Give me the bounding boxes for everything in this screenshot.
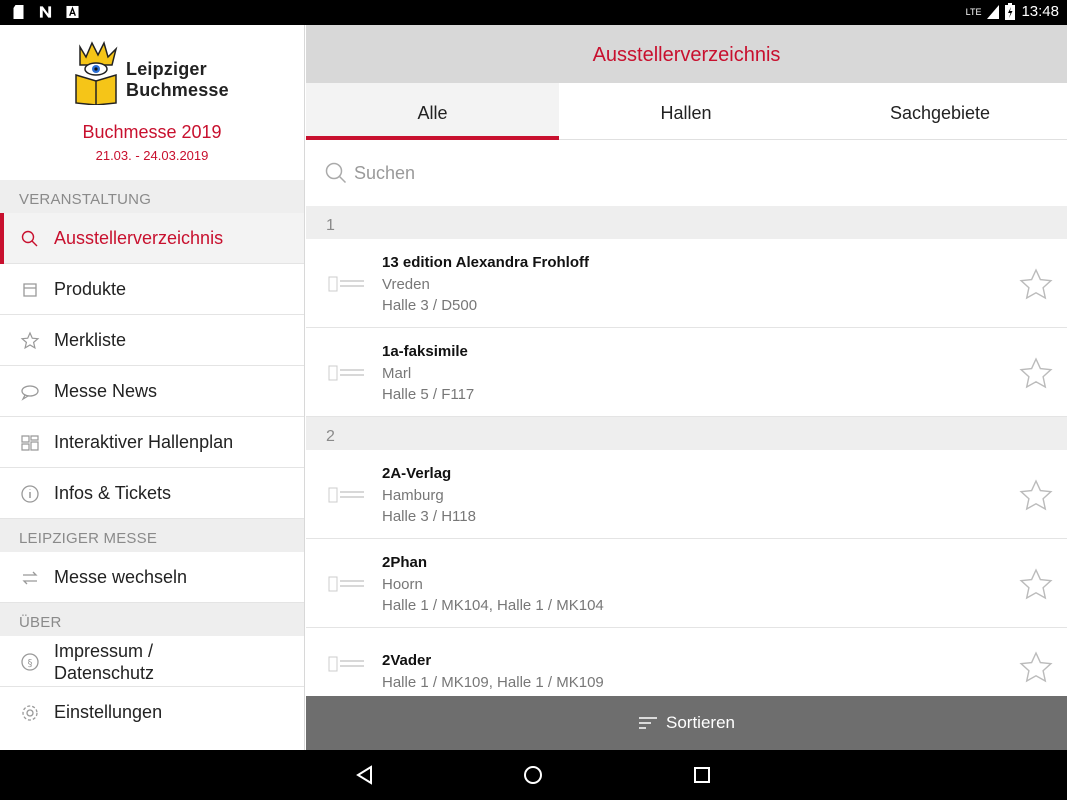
- info-icon: [21, 485, 39, 503]
- section-header-ueber: ÜBER: [0, 603, 304, 636]
- tab-hallen[interactable]: Hallen: [559, 83, 813, 140]
- leipziger-buchmesse-logo: Leipziger Buchmesse: [74, 41, 244, 107]
- exhibitor-hall: Halle 1 / MK109, Halle 1 / MK109: [382, 674, 604, 691]
- exhibitor-city: Marl: [382, 365, 412, 382]
- battery-icon: [1005, 3, 1016, 20]
- system-navigation-bar: [0, 750, 1067, 800]
- sidebar-item-einstellungen[interactable]: Einstellungen: [0, 687, 304, 738]
- home-icon[interactable]: [522, 764, 544, 786]
- list-item[interactable]: 2Vader Halle 1 / MK109, Halle 1 / MK109: [306, 628, 1067, 696]
- sort-button[interactable]: Sortieren: [306, 696, 1067, 750]
- exhibitor-name: 13 edition Alexandra Frohloff: [382, 254, 589, 271]
- exhibitor-name: 1a-faksimile: [382, 343, 468, 360]
- tab-alle[interactable]: Alle: [306, 83, 559, 140]
- sort-label: Sortieren: [666, 713, 735, 732]
- floor-plan-icon: [21, 435, 39, 451]
- search-icon: [21, 230, 38, 247]
- sd-card-icon: [13, 5, 24, 19]
- signal-icon: [987, 5, 1000, 19]
- sidebar-item-merkliste[interactable]: Merkliste: [0, 315, 304, 366]
- section-header-veranstaltung: VERANSTALTUNG: [0, 180, 304, 213]
- exhibitor-hall: Halle 3 / D500: [382, 297, 478, 314]
- network-type-label: LTE: [965, 6, 982, 17]
- sidebar-item-messe-news[interactable]: Messe News: [0, 366, 304, 417]
- a-app-icon: [66, 5, 79, 19]
- list-item[interactable]: 2Phan Hoorn Halle 1 / MK104, Halle 1 / M…: [306, 539, 1067, 628]
- exhibitor-name: 2Vader: [382, 652, 432, 669]
- exhibitor-hall: Halle 3 / H118: [382, 508, 476, 525]
- sidebar-item-label: Impressum / Datenschutz: [54, 641, 155, 683]
- exhibitor-name: 2Phan: [382, 554, 428, 571]
- exhibitor-list[interactable]: 1 13 edition Alexandra Frohloff Vreden H…: [306, 206, 1067, 696]
- sidebar-item-label: Einstellungen: [54, 702, 163, 722]
- star-icon: [20, 331, 40, 350]
- event-name: Buchmesse 2019: [82, 122, 222, 142]
- recents-icon[interactable]: [691, 764, 713, 786]
- sort-lines-icon: [639, 717, 657, 729]
- list-item[interactable]: 2A-Verlag Hamburg Halle 3 / H118: [306, 450, 1067, 539]
- tab-sachgebiete[interactable]: Sachgebiete: [813, 83, 1067, 140]
- book-reader-logo-icon: [75, 41, 118, 105]
- brand-header: Leipziger Buchmesse Buchmesse 2019 21.03…: [0, 25, 304, 180]
- status-bar: LTE 13:48: [0, 0, 1067, 25]
- logo-wordmark: Leipziger Buchmesse: [126, 59, 229, 100]
- page-title: Ausstellerverzeichnis: [592, 44, 781, 66]
- exhibitor-name: 2A-Verlag: [382, 465, 452, 482]
- list-section-header: 1: [306, 206, 1067, 239]
- speech-bubble-icon: [21, 385, 39, 401]
- exhibitor-city: Vreden: [382, 276, 430, 293]
- sidebar-item-label: Messe wechseln: [54, 566, 188, 587]
- sidebar-item-label: Produkte: [54, 278, 127, 299]
- sidebar-item-label: Infos & Tickets: [54, 482, 172, 503]
- paragraph-icon: §: [21, 653, 39, 671]
- exhibitor-hall: Halle 5 / F117: [382, 386, 475, 403]
- swap-arrows-icon: [22, 571, 38, 585]
- sidebar-item-hallenplan[interactable]: Interaktiver Hallenplan: [0, 417, 304, 468]
- exhibitor-placeholder-logo-icon: [328, 487, 364, 503]
- sidebar-item-impressum[interactable]: § Impressum / Datenschutz: [0, 636, 304, 687]
- sidebar-item-label: Ausstellerverzeichnis: [54, 227, 224, 248]
- back-icon[interactable]: [354, 764, 376, 786]
- list-item[interactable]: 13 edition Alexandra Frohloff Vreden Hal…: [306, 239, 1067, 328]
- bookmark-star-icon[interactable]: [1018, 567, 1054, 603]
- list-item[interactable]: 1a-faksimile Marl Halle 5 / F117: [306, 328, 1067, 417]
- exhibitor-placeholder-logo-icon: [328, 576, 364, 592]
- sidebar-item-ausstellerverzeichnis[interactable]: Ausstellerverzeichnis: [0, 213, 304, 264]
- tab-bar: Alle Hallen Sachgebiete: [306, 83, 1067, 140]
- book-icon: [23, 283, 37, 297]
- exhibitor-city: Hoorn: [382, 576, 423, 593]
- sidebar-item-infos-tickets[interactable]: Infos & Tickets: [0, 468, 304, 519]
- exhibitor-city: Hamburg: [382, 487, 444, 504]
- main-content: Ausstellerverzeichnis Alle Hallen Sachge…: [306, 25, 1067, 750]
- exhibitor-hall: Halle 1 / MK104, Halle 1 / MK104: [382, 597, 604, 614]
- n-app-icon: [39, 6, 52, 18]
- event-dates: 21.03. - 24.03.2019: [95, 148, 209, 163]
- sidebar-item-messe-wechseln[interactable]: Messe wechseln: [0, 552, 304, 603]
- app-bar: Ausstellerverzeichnis: [306, 25, 1067, 83]
- search-icon: [325, 162, 347, 184]
- exhibitor-placeholder-logo-icon: [328, 656, 364, 672]
- sidebar-item-label: Messe News: [54, 380, 158, 401]
- bookmark-star-icon[interactable]: [1018, 267, 1054, 303]
- list-section-header: 2: [306, 417, 1067, 450]
- clock-time: 13:48: [1021, 3, 1059, 20]
- search-input[interactable]: [354, 158, 1034, 188]
- sidebar-item-label: Merkliste: [54, 329, 127, 350]
- exhibitor-placeholder-logo-icon: [328, 365, 364, 381]
- bookmark-star-icon[interactable]: [1018, 356, 1054, 392]
- gear-icon: [22, 705, 38, 721]
- search-bar: [306, 140, 1067, 206]
- svg-text:§: §: [28, 658, 33, 669]
- navigation-drawer: Leipziger Buchmesse Buchmesse 2019 21.03…: [0, 25, 305, 750]
- bookmark-star-icon[interactable]: [1018, 478, 1054, 514]
- exhibitor-placeholder-logo-icon: [328, 276, 364, 292]
- bookmark-star-icon[interactable]: [1018, 650, 1054, 686]
- section-header-leipziger-messe: LEIPZIGER MESSE: [0, 519, 304, 552]
- sidebar-item-produkte[interactable]: Produkte: [0, 264, 304, 315]
- sidebar-item-label: Interaktiver Hallenplan: [54, 431, 234, 452]
